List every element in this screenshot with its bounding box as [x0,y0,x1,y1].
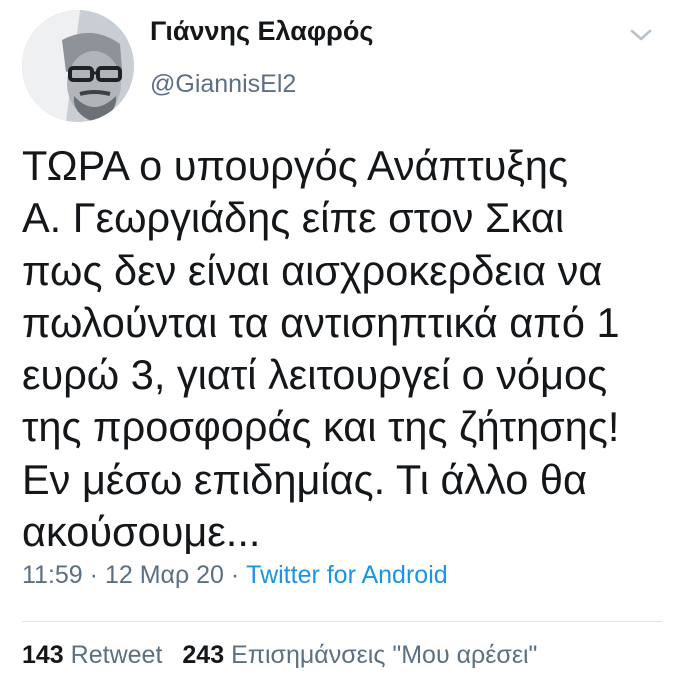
tweet-time[interactable]: 11:59 [22,561,83,589]
author-handle[interactable]: @GiannisEl2 [150,70,296,99]
tweet-text-line: ΤΩΡΑ ο υπουργός Ανάπτυξης [22,142,569,189]
tweet-date[interactable]: 12 Μαρ 20 [105,561,224,589]
tweet-text-line: Εν μέσω επιδημίας. Τι άλλο θα [22,455,587,503]
likes-label: Επισημάνσεις "Μου αρέσει" [231,641,538,669]
tweet-stats: 143 Retweet 243 Επισημάνσεις "Μου αρέσει" [22,641,537,670]
retweets-label: Retweet [70,641,163,669]
tweet-text-line: πωλούνται τα αντισηπτικά από 1 [22,298,620,346]
tweet-text-line: της προσφοράς και της ζήτησης! [22,403,620,451]
likes-count: 243 [182,641,225,669]
avatar[interactable] [22,10,134,122]
tweet-metadata: 11:59 · 12 Μαρ 20 · Twitter for Android [22,561,448,590]
tweet-text-line: πως δεν είναι αισχροκερδεια να [22,246,603,294]
meta-separator: · [82,561,105,589]
tweet-text-line: ευρώ 3, γιατί λειτουργεί ο νόμος [22,351,608,399]
divider [22,621,662,622]
tweet-text-line: ακούσουμε... [22,508,261,556]
tweet-text-line: Α. Γεωργιάδης είπε στον Σκαι [22,194,565,242]
retweets-count: 143 [22,641,64,669]
tweet-source-link[interactable]: Twitter for Android [246,561,447,589]
retweets-stat[interactable]: 143 Retweet [22,641,162,669]
chevron-down-icon[interactable] [628,26,654,44]
avatar-portrait-icon [22,10,134,122]
likes-stat[interactable]: 243 Επισημάνσεις "Μου αρέσει" [182,641,537,669]
author-display-name[interactable]: Γιάννης Ελαφρός [150,16,373,47]
meta-separator: · [223,561,247,589]
tweet-text: ΤΩΡΑ ο υπουργός Ανάπτυξης Α. Γεωργιάδης … [22,140,662,558]
tweet-card: Γιάννης Ελαφρός @GiannisEl2 ΤΩΡΑ ο υπουρ… [0,0,675,700]
